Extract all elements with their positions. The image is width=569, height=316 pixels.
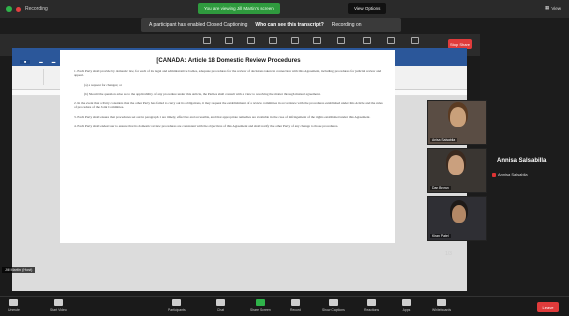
apps-icon: [402, 299, 411, 306]
participants-button[interactable]: Participants: [168, 299, 186, 312]
video-tiles: Anisa Salsabila Dan Brown Kiran Patel: [427, 100, 489, 285]
reactions-button[interactable]: Reactions: [364, 299, 379, 312]
shield-icon[interactable]: [6, 6, 12, 12]
record-icon: [290, 299, 300, 306]
recording-label: Recording: [25, 6, 48, 12]
microphone-icon: [9, 299, 19, 306]
participants-label: Participants: [168, 308, 186, 312]
tile-label: Anisa Salsabila: [430, 138, 458, 142]
muted-mic-icon: [492, 172, 496, 177]
document-paragraph: 2. In the event that a Party considers t…: [74, 101, 383, 110]
record-button[interactable]: Record: [290, 299, 301, 312]
video-tile[interactable]: Dan Brown: [427, 148, 487, 193]
active-speaker-sub: Annisa Salsabila: [492, 172, 528, 177]
view-options-button[interactable]: View Options: [348, 3, 387, 14]
show-captions-label: Show Captions: [322, 308, 345, 312]
apps-button[interactable]: Apps: [402, 299, 411, 312]
video-tile[interactable]: Kiran Patel: [427, 196, 487, 241]
unmute-button[interactable]: Unmute: [8, 299, 20, 312]
top-bar: Recording You are viewing Jill Martin's …: [0, 0, 569, 18]
document-paragraph: 1. Each Party shall provide by domestic …: [74, 69, 382, 78]
screen-share-banner: You are viewing Jill Martin's screen: [198, 3, 280, 14]
start-video-label: Start Video: [50, 308, 67, 312]
view-label: View: [551, 5, 561, 11]
presenter-name-tag: Jill Martin (Host): [2, 267, 36, 273]
chat-icon: [216, 299, 225, 306]
participant-face: [452, 205, 466, 223]
grid-icon: ▦: [545, 5, 550, 10]
tile-label: Kiran Patel: [430, 234, 451, 238]
zoom-window: Recording You are viewing Jill Martin's …: [0, 0, 569, 316]
active-speaker-sub-label: Annisa Salsabila: [498, 172, 528, 177]
gallery-pager[interactable]: 1/3: [445, 251, 452, 257]
participants-icon: [172, 299, 182, 306]
start-video-button[interactable]: Start Video: [50, 299, 67, 312]
share-screen-icon: [255, 299, 265, 306]
toast-action: Recording on: [331, 22, 362, 28]
clipboard-group: [16, 69, 44, 85]
chat-button[interactable]: Chat: [216, 299, 225, 312]
record-label: Record: [290, 308, 301, 312]
recording-dot-icon: [16, 6, 21, 12]
view-button[interactable]: ▦ View: [545, 5, 561, 11]
unmute-label: Unmute: [8, 308, 20, 312]
reactions-icon: [367, 299, 377, 306]
whiteboards-button[interactable]: Whiteboards: [432, 299, 451, 312]
caption-toast: A participant has enabled Closed Caption…: [141, 18, 401, 32]
active-speaker-name: Annisa Salsabilla: [497, 158, 547, 164]
whiteboards-label: Whiteboards: [432, 308, 452, 312]
captions-icon: [328, 299, 338, 306]
meeting-toolbar: Unmute Start Video Participants Chat Sha…: [0, 296, 569, 316]
document-paragraph: (b) Should the question arise as to the …: [84, 91, 321, 96]
document-title: [CANADA: Article 18 Domestic Review Proc…: [156, 58, 301, 64]
toast-message: A participant has enabled Closed Caption…: [149, 22, 248, 28]
show-captions-button[interactable]: Show Captions: [322, 299, 345, 312]
document-paragraph: 3. Each Party shall ensure that procedur…: [74, 114, 371, 119]
apps-label: Apps: [402, 308, 411, 312]
document-page[interactable]: [CANADA: Article 18 Domestic Review Proc…: [60, 50, 395, 243]
leave-button[interactable]: Leave: [537, 302, 559, 312]
tile-label: Dan Brown: [430, 186, 451, 190]
word-file-tab[interactable]: ■: [20, 60, 31, 64]
participant-face: [448, 155, 464, 175]
chat-label: Chat: [216, 308, 225, 312]
video-camera-icon: [53, 299, 63, 306]
participant-face: [450, 107, 466, 127]
document-paragraph: (a) a request for changes; or: [84, 82, 122, 87]
video-tile[interactable]: Anisa Salsabila: [427, 100, 487, 145]
reactions-label: Reactions: [364, 308, 380, 312]
whiteboard-icon: [437, 299, 447, 306]
word-tab[interactable]: ▬: [52, 60, 56, 64]
share-screen-label: Share Screen: [250, 308, 271, 312]
share-screen-button[interactable]: Share Screen: [250, 299, 271, 312]
toast-question[interactable]: Who can see this transcript?: [255, 22, 323, 28]
word-tab[interactable]: ▬: [39, 60, 43, 64]
document-paragraph: 4. Each Party shall endeavour to ensure …: [74, 124, 339, 129]
